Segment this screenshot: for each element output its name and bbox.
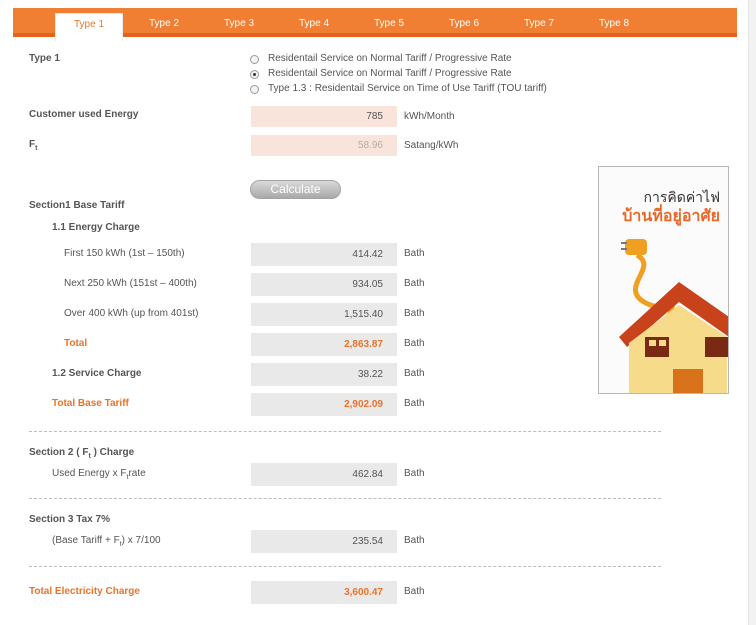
energy-unit: kWh/Month bbox=[404, 111, 455, 122]
banner-title-line2: บ้านที่อยู่อาศัย bbox=[622, 208, 720, 225]
radio-option-1-label[interactable]: Residentail Service on Normal Tariff / P… bbox=[268, 53, 512, 64]
divider bbox=[29, 566, 661, 567]
next-250-label: Next 250 kWh (151st – 400th) bbox=[64, 278, 197, 289]
tax-formula-label-pre: (Base Tariff + F bbox=[52, 535, 120, 546]
divider bbox=[29, 498, 661, 499]
total-base-tariff-unit: Bath bbox=[404, 398, 425, 409]
energy-total-label: Total bbox=[64, 338, 88, 349]
tab-type-5[interactable]: Type 5 bbox=[355, 8, 423, 37]
radio-option-2[interactable] bbox=[250, 70, 259, 79]
used-energy-ft-label-pre: Used Energy x F bbox=[52, 468, 127, 479]
tab-type-7[interactable]: Type 7 bbox=[505, 8, 573, 37]
first-150-unit: Bath bbox=[404, 248, 425, 259]
section2-title-pre: Section 2 ( F bbox=[29, 447, 89, 458]
over-400-label: Over 400 kWh (up from 401st) bbox=[64, 308, 199, 319]
energy-total-value: 2,863.87 bbox=[251, 333, 397, 356]
tab-type-2[interactable]: Type 2 bbox=[130, 8, 198, 37]
tab-type-8[interactable]: Type 8 bbox=[580, 8, 648, 37]
total-base-tariff-value: 2,902.09 bbox=[251, 393, 397, 416]
tab-type-4[interactable]: Type 4 bbox=[280, 8, 348, 37]
tab-type-6[interactable]: Type 6 bbox=[430, 8, 498, 37]
customer-energy-input[interactable] bbox=[251, 106, 397, 127]
service-charge-unit: Bath bbox=[404, 368, 425, 379]
ft-label-sub: t bbox=[35, 145, 38, 152]
energy-charge-title: 1.1 Energy Charge bbox=[52, 222, 140, 233]
tax-formula-label-post: ) x 7/100 bbox=[121, 535, 161, 546]
ft-input[interactable] bbox=[251, 135, 397, 156]
section2-title: Section 2 ( Ft ) Charge bbox=[29, 447, 134, 460]
ft-label: Ft bbox=[29, 139, 37, 152]
section3-title: Section 3 Tax 7% bbox=[29, 514, 110, 525]
total-electricity-unit: Bath bbox=[404, 586, 425, 597]
next-250-value: 934.05 bbox=[251, 273, 397, 296]
first-150-value: 414.42 bbox=[251, 243, 397, 266]
type-label: Type 1 bbox=[29, 53, 60, 64]
promo-banner[interactable]: การคิดค่าไฟ บ้านที่อยู่อาศัย bbox=[598, 166, 729, 394]
ft-unit: Satang/kWh bbox=[404, 140, 459, 151]
next-250-unit: Bath bbox=[404, 278, 425, 289]
tab-type-3[interactable]: Type 3 bbox=[205, 8, 273, 37]
first-150-label: First 150 kWh (1st – 150th) bbox=[64, 248, 185, 259]
calculate-button[interactable]: Calculate bbox=[250, 180, 341, 199]
total-electricity-label: Total Electricity Charge bbox=[29, 586, 140, 597]
section1-title: Section1 Base Tariff bbox=[29, 200, 125, 211]
energy-total-unit: Bath bbox=[404, 338, 425, 349]
service-charge-label: 1.2 Service Charge bbox=[52, 368, 142, 379]
radio-option-1[interactable] bbox=[250, 55, 259, 64]
tax-value: 235.54 bbox=[251, 530, 397, 553]
used-energy-ft-label-post: rate bbox=[128, 468, 146, 479]
radio-option-3-label[interactable]: Type 1.3 : Residentail Service on Time o… bbox=[268, 83, 547, 94]
ft-charge-unit: Bath bbox=[404, 468, 425, 479]
service-charge-value: 38.22 bbox=[251, 363, 397, 386]
page-right-border bbox=[748, 0, 756, 625]
radio-option-2-label[interactable]: Residentail Service on Normal Tariff / P… bbox=[268, 68, 512, 79]
radio-option-3[interactable] bbox=[250, 85, 259, 94]
plug-icon bbox=[625, 239, 647, 255]
tax-formula-label: (Base Tariff + Ft) x 7/100 bbox=[52, 535, 161, 548]
tax-unit: Bath bbox=[404, 535, 425, 546]
divider bbox=[29, 431, 661, 432]
total-base-tariff-label: Total Base Tariff bbox=[52, 398, 129, 409]
over-400-value: 1,515.40 bbox=[251, 303, 397, 326]
tab-type-1[interactable]: Type 1 bbox=[55, 13, 123, 41]
over-400-unit: Bath bbox=[404, 308, 425, 319]
section2-title-post: ) Charge bbox=[90, 447, 135, 458]
total-electricity-value: 3,600.47 bbox=[251, 581, 397, 604]
customer-energy-label: Customer used Energy bbox=[29, 109, 139, 120]
tab-bar: Type 1 Type 2 Type 3 Type 4 Type 5 Type … bbox=[13, 8, 737, 41]
used-energy-ft-label: Used Energy x Ftrate bbox=[52, 468, 146, 481]
ft-charge-value: 462.84 bbox=[251, 463, 397, 486]
